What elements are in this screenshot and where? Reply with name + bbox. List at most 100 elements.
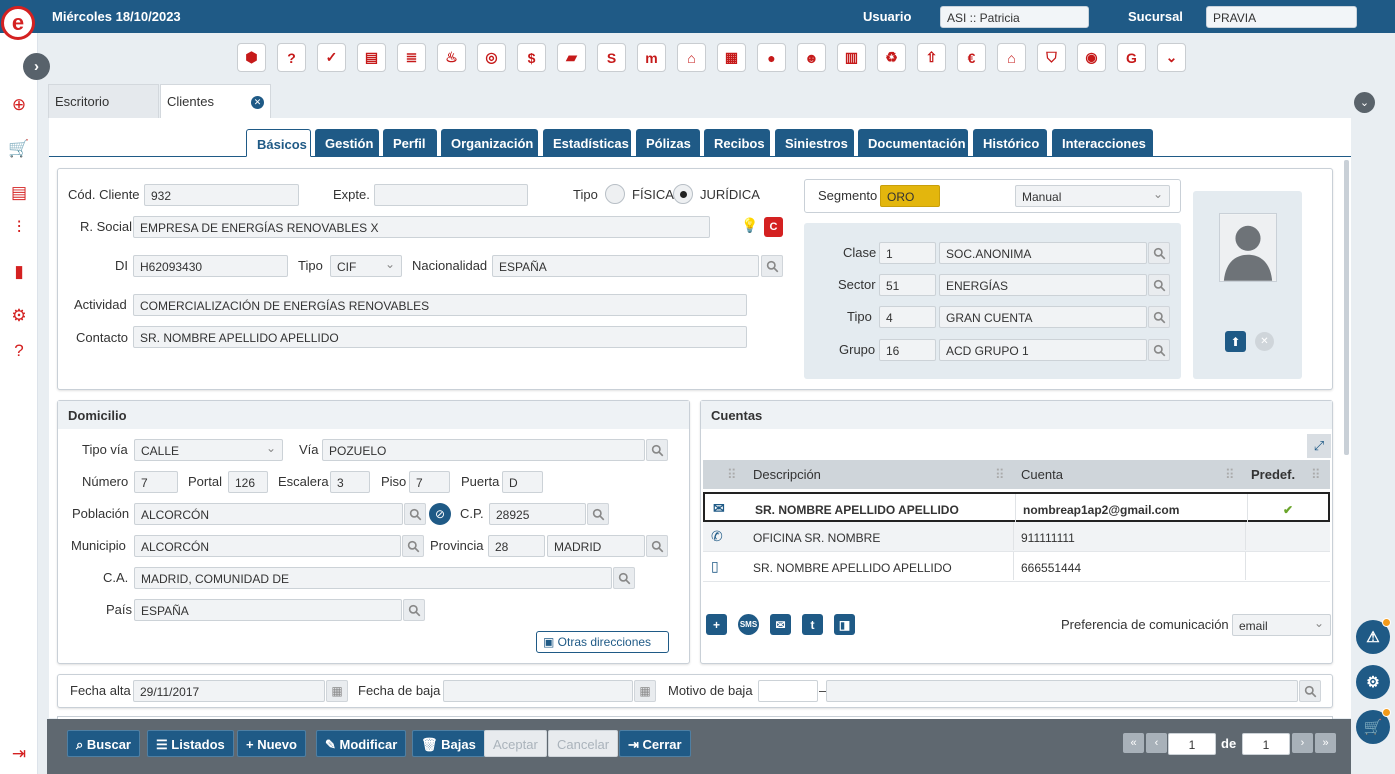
collapse-chevron-icon[interactable]: ⌄ <box>1354 92 1375 113</box>
tab-siniestros[interactable]: Siniestros <box>775 129 854 157</box>
help-icon[interactable]: ? <box>0 336 38 366</box>
target-icon[interactable]: ◎ <box>477 43 506 72</box>
app-logo[interactable]: e <box>1 6 35 40</box>
briefcase-icon[interactable]: ▰ <box>557 43 586 72</box>
table-row[interactable]: ▯ SR. NOMBRE APELLIDO APELLIDO 666551444 <box>703 552 1330 582</box>
tab-gestion[interactable]: Gestión <box>315 129 379 157</box>
cart-icon[interactable]: 🛒 <box>0 134 38 164</box>
tipo-code[interactable]: 4 <box>879 306 936 328</box>
search-icon[interactable] <box>761 255 783 277</box>
compass-icon[interactable]: ⊘ <box>429 503 451 525</box>
col-cuenta[interactable]: Cuenta <box>1021 467 1063 482</box>
sector-code[interactable]: 51 <box>879 274 936 296</box>
cancelar-button[interactable]: Cancelar <box>548 730 619 757</box>
numero-field[interactable]: 7 <box>134 471 178 493</box>
upload-photo-icon[interactable]: ⬆ <box>1225 331 1246 352</box>
money-icon[interactable]: $ <box>517 43 546 72</box>
pref-select[interactable]: email <box>1232 614 1331 636</box>
search-icon[interactable] <box>403 599 425 621</box>
shield-c-icon[interactable]: C <box>764 217 783 237</box>
cube-icon[interactable]: ⬢ <box>237 43 266 72</box>
calendar-icon[interactable]: ▦ <box>326 680 348 702</box>
first-page-icon[interactable]: « <box>1123 733 1144 753</box>
scrollbar[interactable] <box>1344 160 1349 455</box>
clase-code[interactable]: 1 <box>879 242 936 264</box>
building-icon[interactable]: ▦ <box>717 43 746 72</box>
house-doc-icon[interactable]: ⌂ <box>677 43 706 72</box>
search-icon[interactable] <box>402 535 424 557</box>
branch-field[interactable]: PRAVIA <box>1206 6 1357 28</box>
tab-basicos[interactable]: Básicos <box>246 129 311 157</box>
settings-cog-icon[interactable]: ⚙ <box>1356 665 1390 699</box>
flame-icon[interactable]: ♨ <box>437 43 466 72</box>
col-predef[interactable]: Predef. <box>1251 467 1295 482</box>
house-euro-icon[interactable]: ⌂ <box>997 43 1026 72</box>
tab-estadisticas[interactable]: Estadísticas <box>543 129 631 157</box>
next-page-icon[interactable]: › <box>1292 733 1313 753</box>
people-up-icon[interactable]: ⇧ <box>917 43 946 72</box>
add-account-icon[interactable]: + <box>706 614 727 635</box>
search-icon[interactable] <box>404 503 426 525</box>
contacto-field[interactable]: SR. NOMBRE APELLIDO APELLIDO <box>133 326 747 348</box>
lightbulb-icon[interactable]: 💡 <box>741 217 759 237</box>
modificar-button[interactable]: ✎ Modificar <box>316 730 407 757</box>
nuevo-button[interactable]: + Nuevo <box>237 730 306 757</box>
segment-mode-select[interactable]: Manual <box>1015 185 1170 207</box>
expand-icon[interactable]: ⤢ <box>1307 434 1331 458</box>
email-icon[interactable]: ✉ <box>770 614 791 635</box>
sector-field[interactable]: ENERGÍAS <box>939 274 1147 296</box>
tab-clientes[interactable]: Clientes ✕ <box>160 84 271 118</box>
tipo-doc-select[interactable]: CIF <box>330 255 402 277</box>
remove-photo-icon[interactable]: ✕ <box>1255 332 1274 351</box>
tab-historico[interactable]: Histórico <box>973 129 1047 157</box>
grupo-field[interactable]: ACD GRUPO 1 <box>939 339 1147 361</box>
user-check-icon[interactable]: ✓ <box>317 43 346 72</box>
last-page-icon[interactable]: » <box>1315 733 1336 753</box>
table-row[interactable]: ✉ SR. NOMBRE APELLIDO APELLIDO nombreap1ap… <box>703 492 1330 522</box>
eye-logo-icon[interactable]: ◉ <box>1077 43 1106 72</box>
listados-button[interactable]: ☰ Listados <box>147 730 234 757</box>
tab-interacciones[interactable]: Interacciones <box>1052 129 1153 157</box>
fecha-alta-field[interactable]: 29/11/2017 <box>133 680 325 702</box>
col-descripcion[interactable]: Descripción <box>753 467 821 482</box>
m-logo-icon[interactable]: m <box>637 43 666 72</box>
provincia-field[interactable]: MADRID <box>547 535 645 557</box>
chevron-down-icon[interactable]: ⌄ <box>1157 43 1186 72</box>
clase-field[interactable]: SOC.ANONIMA <box>939 242 1147 264</box>
cp-field[interactable]: 28925 <box>489 503 586 525</box>
sms-icon[interactable]: SMS <box>738 614 759 635</box>
expte-field[interactable] <box>374 184 528 206</box>
rsocial-field[interactable]: EMPRESA DE ENERGÍAS RENOVABLES X <box>133 216 710 238</box>
page-input[interactable]: 1 <box>1168 733 1216 755</box>
aceptar-button[interactable]: Aceptar <box>484 730 547 757</box>
municipio-field[interactable]: ALCORCÓN <box>134 535 401 557</box>
recycle-icon[interactable]: ♻ <box>877 43 906 72</box>
euro-icon[interactable]: € <box>957 43 986 72</box>
logout-icon[interactable]: ⇥ <box>0 739 38 769</box>
tab-perfil[interactable]: Perfil <box>383 129 437 157</box>
bar-chart-icon[interactable]: ▮ <box>0 257 38 287</box>
actividad-field[interactable]: COMERCIALIZACIÓN DE ENERGÍAS RENOVABLES <box>133 294 747 316</box>
prev-page-icon[interactable]: ‹ <box>1146 733 1167 753</box>
escalera-field[interactable]: 3 <box>330 471 370 493</box>
user-question-icon[interactable]: ? <box>277 43 306 72</box>
poblacion-field[interactable]: ALCORCÓN <box>134 503 403 525</box>
g-logo-icon[interactable]: G <box>1117 43 1146 72</box>
search-icon[interactable] <box>1148 306 1170 328</box>
gear-icon[interactable]: ⚙ <box>0 301 38 331</box>
portal-field[interactable]: 126 <box>228 471 268 493</box>
search-icon[interactable] <box>1148 339 1170 361</box>
fecha-baja-field[interactable] <box>443 680 633 702</box>
twitter-icon[interactable]: t <box>802 614 823 635</box>
fisica-radio[interactable] <box>605 184 625 204</box>
search-icon[interactable] <box>1148 274 1170 296</box>
house-doc-icon[interactable]: ▤ <box>0 178 38 208</box>
group-icon[interactable]: ☻ <box>797 43 826 72</box>
table-row[interactable]: ✆ OFICINA SR. NOMBRE 911111111 <box>703 522 1330 552</box>
nacionalidad-field[interactable]: ESPAÑA <box>492 255 759 277</box>
motivo-baja-field[interactable] <box>826 680 1298 702</box>
cod-cliente-field[interactable]: 932 <box>144 184 299 206</box>
user-field[interactable]: ASI :: Patricia <box>940 6 1089 28</box>
cerrar-button[interactable]: ⇥ Cerrar <box>619 730 691 757</box>
search-icon[interactable] <box>1148 242 1170 264</box>
